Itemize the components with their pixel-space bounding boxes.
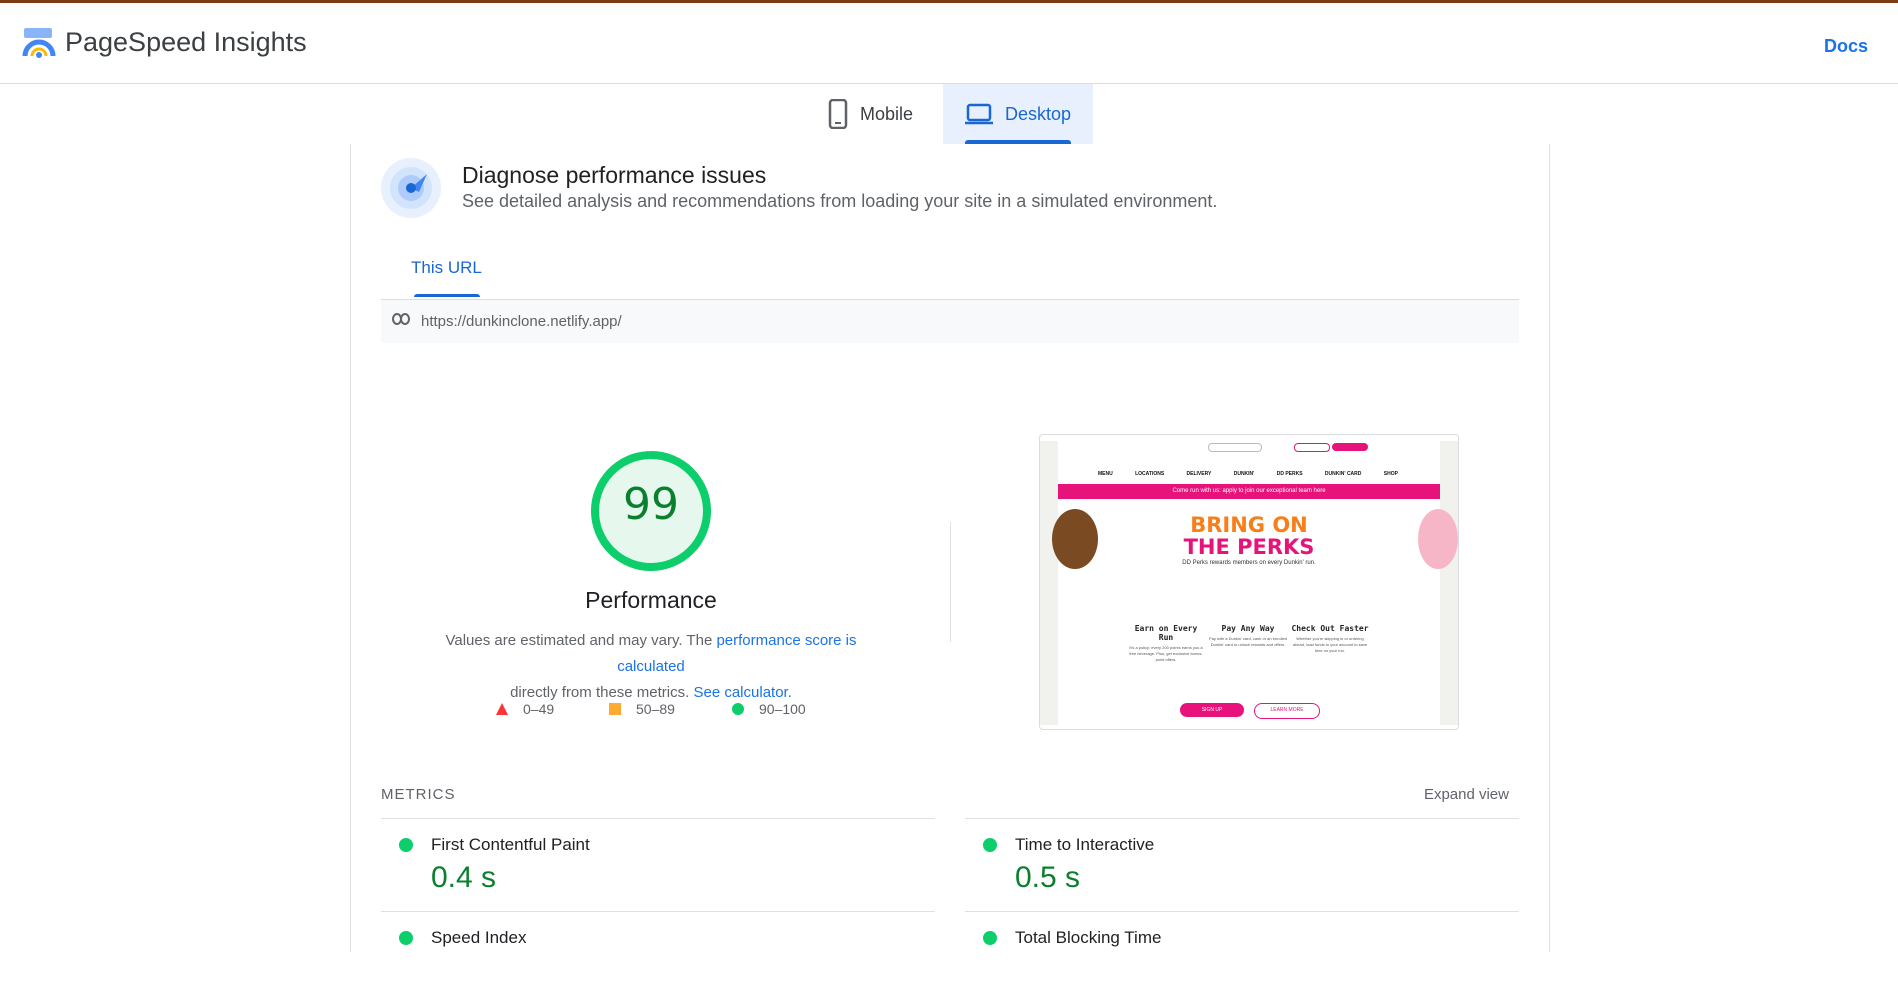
report-panel: Diagnose performance issues See detailed… (350, 144, 1550, 952)
tab-this-url[interactable]: This URL (411, 258, 482, 278)
tab-mobile[interactable]: Mobile (818, 84, 952, 144)
pass-status-icon (983, 838, 997, 852)
metric-first-contentful-paint: First Contentful Paint 0.4 s (381, 818, 935, 911)
url-bar: https://dunkinclone.netlify.app/ (381, 299, 1519, 343)
preview-sign-in-pill (1332, 443, 1368, 451)
preview-nav-item: DUNKIN' (1233, 471, 1255, 477)
tab-mobile-label: Mobile (860, 103, 914, 124)
note-text-2: directly from these metrics. (510, 684, 694, 701)
analyzed-url[interactable]: https://dunkinclone.netlify.app/ (421, 313, 622, 330)
performance-label: Performance (585, 587, 717, 613)
docs-link[interactable]: Docs (1824, 36, 1868, 57)
triangle-icon (496, 703, 508, 715)
compass-icon (381, 158, 441, 218)
legend-average: 50–89 (608, 701, 675, 717)
pagespeed-logo-icon (22, 28, 56, 58)
preview-feature-heading: Check Out Faster (1291, 624, 1369, 633)
screenshot-margin-left (1040, 441, 1058, 725)
circle-icon (732, 703, 744, 715)
preview-nav-item: DUNKIN' CARD (1324, 471, 1362, 477)
preview-banner: Come run with us: apply to join our exce… (1058, 484, 1440, 499)
metric-speed-index: Speed Index (381, 911, 935, 1004)
diagnose-description: See detailed analysis and recommendation… (462, 191, 1218, 211)
phone-icon (828, 99, 848, 129)
metric-name: Total Blocking Time (1015, 928, 1162, 947)
preview-feature: Pay Any Way Pay with a Dunkin' card, cas… (1208, 624, 1288, 648)
link-icon (392, 313, 410, 325)
pass-status-icon (983, 931, 997, 945)
pass-status-icon (399, 931, 413, 945)
app-header: PageSpeed Insights Docs (0, 3, 1898, 84)
preview-feature-text: It's a policy: every 200 points earns yo… (1129, 645, 1203, 662)
legend-average-range: 50–89 (636, 701, 675, 717)
preview-sign-up-button: SIGN UP (1180, 703, 1244, 717)
preview-nav-item: SHOP (1383, 471, 1398, 477)
square-icon (609, 703, 621, 715)
preview-hero-subtitle: DD Perks rewards members on every Dunkin… (1182, 560, 1316, 566)
metrics-heading: METRICS (381, 786, 456, 803)
tab-desktop[interactable]: Desktop (943, 84, 1093, 144)
laptop-icon (964, 103, 993, 125)
tab-desktop-label: Desktop (1004, 103, 1072, 124)
legend-pass-range: 90–100 (759, 701, 806, 717)
preview-feature-text: Whether you're skipping in or ordering a… (1292, 636, 1368, 653)
vertical-divider (950, 522, 951, 642)
metric-time-to-interactive: Time to Interactive 0.5 s (965, 818, 1519, 911)
pass-status-icon (399, 838, 413, 852)
metric-name: First Contentful Paint (431, 835, 590, 854)
metric-value: 0.5 s (1015, 861, 1081, 894)
preview-feature: Earn on Every Run It's a policy: every 2… (1126, 624, 1206, 663)
score-note: Values are estimated and may vary. The p… (411, 628, 891, 706)
metric-name: Speed Index (431, 928, 527, 947)
metric-name: Time to Interactive (1015, 835, 1155, 854)
url-tab-indicator (414, 294, 480, 297)
preview-nav-item: LOCATIONS (1135, 471, 1165, 477)
preview-sign-up-pill (1294, 443, 1330, 452)
screenshot-margin-right (1440, 441, 1458, 725)
preview-nav-item: DELIVERY (1186, 471, 1212, 477)
app-title: PageSpeed Insights (65, 27, 307, 57)
preview-nav-item: MENU (1098, 471, 1113, 477)
metric-value: 0.4 s (431, 861, 497, 894)
preview-nav-item: DD PERKS (1276, 471, 1303, 477)
performance-score: 99 (623, 479, 679, 530)
preview-feature-text: Pay with a Dunkin' card, cash or an enro… (1209, 636, 1287, 647)
legend-pass: 90–100 (731, 701, 806, 717)
preview-feature-heading: Earn on Every Run (1134, 624, 1198, 642)
calculator-link[interactable]: See calculator. (693, 684, 791, 701)
legend-fail: 0–49 (495, 701, 554, 717)
preview-feature: Check Out Faster Whether you're skipping… (1290, 624, 1370, 654)
final-screenshot: MENU LOCATIONS DELIVERY DUNKIN' DD PERKS… (1039, 434, 1459, 730)
preview-hero-line1: BRING ON (1190, 513, 1308, 537)
preview-hero-line2: THE PERKS (1183, 535, 1315, 559)
preview-learn-more-button: LEARN MORE (1254, 703, 1320, 719)
diagnose-title: Diagnose performance issues (462, 162, 767, 188)
screenshot-page: MENU LOCATIONS DELIVERY DUNKIN' DD PERKS… (1052, 441, 1458, 725)
device-tabs: Mobile Desktop (0, 84, 1898, 144)
legend-fail-range: 0–49 (523, 701, 555, 717)
preview-feature-heading: Pay Any Way (1221, 624, 1275, 633)
expand-view-toggle[interactable]: Expand view (1424, 786, 1509, 803)
note-text-1: Values are estimated and may vary. The (445, 632, 717, 649)
metric-total-blocking-time: Total Blocking Time (965, 911, 1519, 1004)
preview-select (1208, 443, 1262, 452)
preview-nav: MENU LOCATIONS DELIVERY DUNKIN' DD PERKS… (1098, 471, 1398, 477)
